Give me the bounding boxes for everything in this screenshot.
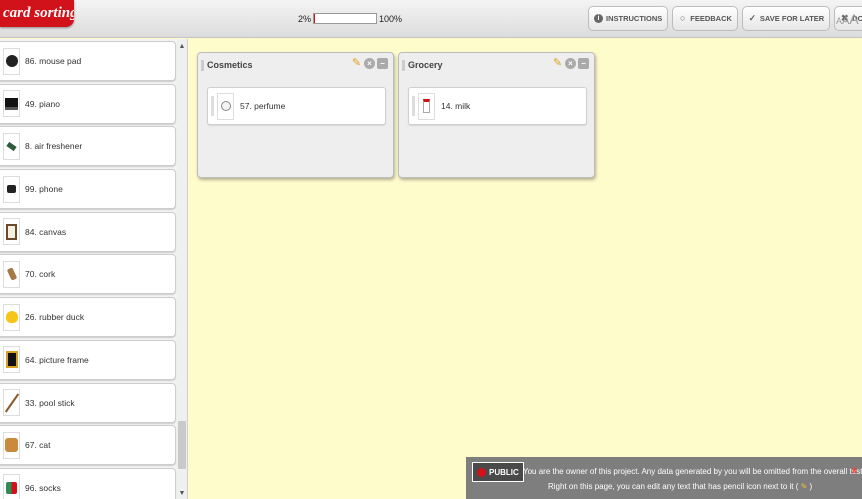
group-grocery[interactable]: Grocery ✎ × − 14. milk [398,52,595,178]
card-label: 67. cat [25,440,51,451]
pencil-icon[interactable]: ✎ [552,58,563,69]
pencil-icon: ✎ [800,482,808,491]
group-header[interactable]: Cosmetics ✎ × − [198,53,393,77]
card-rubber-duck[interactable]: 26. rubber duck [0,297,176,338]
remove-group-icon[interactable]: × [364,58,375,69]
font-size-large-button[interactable]: A [849,11,858,27]
group-actions: ✎ × − [552,58,589,69]
card-label: 96. socks [25,482,61,493]
card-label: 99. phone [25,184,63,195]
rubber-duck-icon [3,303,20,331]
remove-group-icon[interactable]: × [565,58,576,69]
card-cat[interactable]: 67. cat [0,425,176,466]
card-cork[interactable]: 70. cork [0,254,176,295]
app-logo[interactable]: card sorting [0,0,74,27]
info-icon: i [594,14,603,23]
scroll-up-arrow-icon[interactable]: ▲ [177,42,187,52]
card-label: 64. picture frame [25,354,89,365]
card-milk[interactable]: 14. milk [408,87,587,125]
chat-bubble-icon: ○ [680,13,686,23]
group-actions: ✎ × − [351,58,388,69]
feedback-label: FEEDBACK [690,14,732,23]
save-for-later-label: SAVE FOR LATER [759,14,825,23]
public-status-icon [477,467,486,477]
drag-handle-icon[interactable] [402,60,405,71]
progress-bar [313,13,378,24]
progress-fill [314,14,316,23]
sorting-workspace[interactable]: Cosmetics ✎ × − 57. perfume Grocery ✎ × … [189,39,862,499]
card-label: 33. pool stick [25,397,75,408]
header-bar: card sorting 2% 100% i INSTRUCTIONS ○ FE… [0,0,862,38]
group-title[interactable]: Cosmetics [207,60,253,70]
sidebar-scrollbar[interactable]: ▲ ▼ [177,39,187,499]
phone-icon [3,175,20,203]
card-label: 14. milk [441,101,471,111]
drag-handle-icon[interactable] [211,96,214,116]
card-air-freshener[interactable]: 8. air freshener [0,126,176,167]
pin-icon: ✓ [748,13,757,23]
cork-icon [3,260,20,288]
save-for-later-button[interactable]: ✓ SAVE FOR LATER [741,6,831,31]
pool-stick-icon [3,389,20,416]
drag-handle-icon[interactable] [412,96,415,116]
card-piano[interactable]: 49. piano [0,83,176,124]
card-label: 86. mouse pad [25,56,82,66]
font-size-controls: AAA [836,11,859,27]
mouse-pad-icon [3,47,20,75]
drag-handle-icon[interactable] [201,60,204,71]
pencil-icon[interactable]: ✎ [351,58,362,69]
card-perfume[interactable]: 57. perfume [207,87,386,125]
canvas-icon [3,218,20,246]
card-list: 86. mouse pad 49. piano 8. air freshener… [0,41,176,499]
card-canvas[interactable]: 84. canvas [0,211,176,252]
card-label: 26. rubber duck [25,312,85,323]
notice-text-line1: You are the owner of this project. Any d… [523,467,862,476]
toolbar: i INSTRUCTIONS ○ FEEDBACK ✓ SAVE FOR LAT… [588,6,862,31]
card-mouse-pad[interactable]: 86. mouse pad [0,41,176,81]
notice-text-line2: Right on this page, you can edit any tex… [548,482,812,491]
owner-notice: PUBLIC You are the owner of this project… [466,457,862,499]
notice-text-line2-body: Right on this page, you can edit any tex… [548,482,799,491]
group-cosmetics[interactable]: Cosmetics ✎ × − 57. perfume [197,52,394,178]
minimize-icon[interactable]: − [578,58,589,69]
close-notice-icon[interactable]: x [851,465,857,476]
instructions-label: INSTRUCTIONS [606,14,663,23]
socks-icon [3,474,20,499]
progress-start-label: 2% [298,13,312,24]
public-badge-label: PUBLIC [489,467,519,477]
public-badge[interactable]: PUBLIC [472,462,524,482]
picture-frame-icon [3,346,20,374]
unsorted-cards-sidebar: 86. mouse pad 49. piano 8. air freshener… [0,39,188,499]
air-freshener-icon [3,132,20,160]
card-label: 57. perfume [240,101,286,111]
group-header[interactable]: Grocery ✎ × − [399,53,594,77]
minimize-icon[interactable]: − [377,58,388,69]
scroll-thumb[interactable] [178,421,186,469]
feedback-button[interactable]: ○ FEEDBACK [672,6,738,31]
notice-text-line2-end: ) [809,482,813,491]
group-title[interactable]: Grocery [408,60,443,70]
progress-indicator: 2% 100% [298,13,402,24]
perfume-icon [217,92,234,120]
card-phone[interactable]: 99. phone [0,169,176,210]
milk-icon [418,92,435,120]
cat-icon [3,431,20,459]
scroll-down-arrow-icon[interactable]: ▼ [177,489,187,499]
card-label: 49. piano [25,98,60,109]
instructions-button[interactable]: i INSTRUCTIONS [588,6,669,31]
card-socks[interactable]: 96. socks [0,467,176,499]
card-pool-stick[interactable]: 33. pool stick [0,382,176,423]
progress-end-label: 100% [379,13,403,24]
font-size-medium-button[interactable]: A [842,15,849,27]
card-label: 84. canvas [25,226,67,237]
piano-icon [3,90,20,118]
card-label: 8. air freshener [25,141,83,152]
card-picture-frame[interactable]: 64. picture frame [0,339,176,380]
card-label: 70. cork [25,269,56,280]
